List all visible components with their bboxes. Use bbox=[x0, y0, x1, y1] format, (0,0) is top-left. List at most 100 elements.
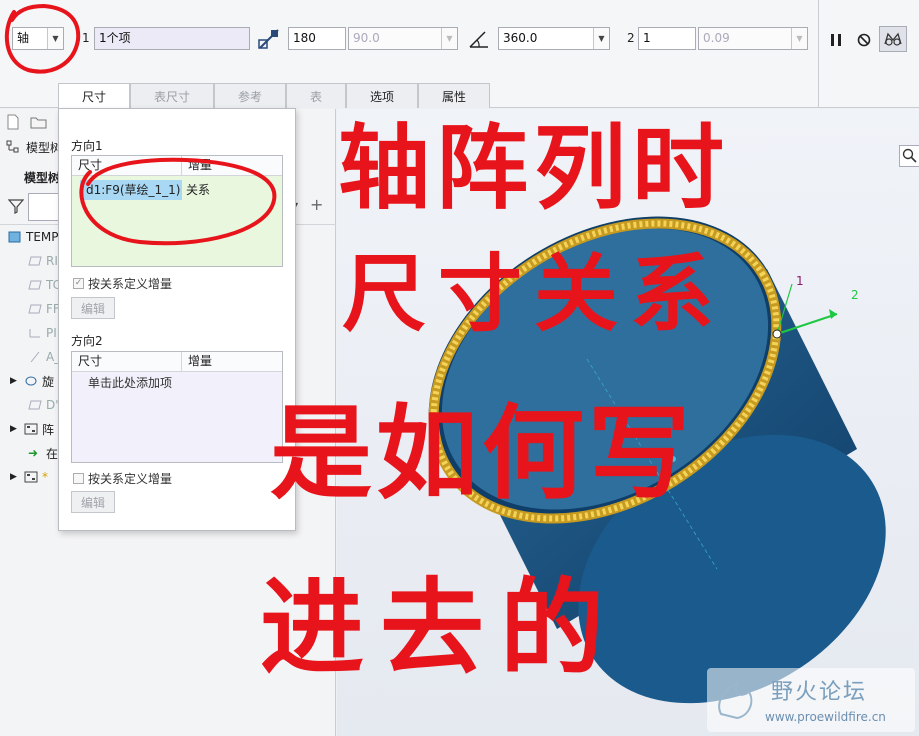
tree-item-label: TEMP bbox=[26, 230, 59, 244]
tree-item-pattern[interactable]: ▶ 阵 bbox=[10, 418, 54, 440]
tree-item-new-pattern[interactable]: ▶ * bbox=[10, 466, 48, 488]
tab-references[interactable]: 参考 bbox=[214, 83, 286, 108]
direction2-dimension-table[interactable]: 尺寸 增量 单击此处添加项 bbox=[71, 351, 283, 463]
tree-item[interactable]: D' bbox=[28, 394, 59, 416]
pattern-icon bbox=[24, 471, 38, 483]
filter-icon[interactable] bbox=[8, 198, 24, 214]
datum-plane-icon bbox=[28, 400, 42, 410]
model-tree-header: 模型树 bbox=[6, 137, 62, 157]
tab-options[interactable]: 选项 bbox=[346, 83, 418, 108]
tree-item-label: 旋 bbox=[42, 374, 55, 389]
tree-item[interactable]: PI bbox=[28, 322, 57, 344]
forum-watermark: 野火论坛 www.proewildfire.cn bbox=[707, 668, 915, 732]
tab-label: 尺寸 bbox=[81, 90, 106, 104]
direction2-title: 方向2 bbox=[71, 334, 103, 348]
tab-label: 选项 bbox=[369, 89, 394, 104]
watermark-brand: 野火论坛 bbox=[771, 680, 868, 705]
table-header: 尺寸 增量 bbox=[72, 352, 282, 372]
define-increment-by-relation-label: 按关系定义增量 bbox=[88, 277, 173, 291]
expand-arrow-icon[interactable]: ▶ bbox=[10, 424, 24, 434]
tree-item-label: 阵 bbox=[42, 422, 55, 437]
tree-item-label: PI bbox=[46, 326, 57, 340]
tree-item-label: * bbox=[42, 470, 48, 484]
chevron-down-icon[interactable]: ▼ bbox=[791, 28, 807, 49]
tab-label: 表尺寸 bbox=[153, 89, 190, 104]
insert-arrow-icon: ➜ bbox=[28, 446, 39, 460]
glasses-preview-icon[interactable] bbox=[879, 26, 907, 52]
member-spacing-input[interactable]: 90.0 ▼ bbox=[348, 27, 458, 50]
direction2-number: 2 bbox=[627, 31, 635, 45]
direction2-spacing-input[interactable]: 0.09 ▼ bbox=[698, 27, 808, 50]
tree-item-label: RI bbox=[46, 254, 58, 268]
no-preview-icon[interactable] bbox=[854, 30, 874, 50]
member-count-value: 180 bbox=[293, 31, 316, 45]
tree-item[interactable]: RI bbox=[28, 250, 58, 272]
tab-label: 表 bbox=[309, 89, 322, 104]
model-cylinder bbox=[428, 216, 886, 704]
datum-plane-icon bbox=[28, 256, 42, 266]
col-dimension-header: 尺寸 bbox=[72, 352, 182, 371]
part-icon bbox=[8, 231, 21, 243]
watermark-url: www.proewildfire.cn bbox=[765, 710, 886, 724]
direction1-collector[interactable]: 1个项 bbox=[94, 27, 250, 50]
direction2-spacing-value: 0.09 bbox=[703, 31, 730, 45]
chevron-down-icon[interactable]: ▼ bbox=[593, 28, 609, 49]
new-file-icon[interactable] bbox=[6, 114, 20, 130]
tree-item[interactable]: TC bbox=[28, 274, 61, 296]
annotation-circle-top bbox=[4, 3, 81, 74]
datum-plane-icon bbox=[28, 304, 42, 314]
chevron-down-icon[interactable]: ▼ bbox=[441, 28, 457, 49]
direction1-items: 1个项 bbox=[99, 31, 131, 45]
tree-icon bbox=[6, 140, 19, 153]
datum-plane-icon bbox=[28, 280, 42, 290]
model-tree-title: 模型树 bbox=[24, 171, 61, 185]
define-increment-by-relation-checkbox-2[interactable] bbox=[73, 473, 84, 484]
tab-dimensions[interactable]: 尺寸 bbox=[58, 83, 130, 109]
col-increment-header: 增量 bbox=[188, 354, 213, 368]
flame-logo-icon bbox=[718, 682, 753, 720]
tab-label: 属性 bbox=[441, 89, 466, 104]
angle-extent-value: 360.0 bbox=[503, 31, 538, 45]
pause-icon[interactable] bbox=[826, 30, 846, 50]
axis-label-1: 1 bbox=[796, 274, 804, 288]
coordinate-system-icon bbox=[29, 329, 40, 338]
member-spacing-value: 90.0 bbox=[353, 31, 380, 45]
expand-arrow-icon[interactable]: ▶ bbox=[10, 376, 24, 386]
define-increment-by-relation-checkbox[interactable]: ✓ bbox=[73, 278, 84, 289]
model-tree-tab-label[interactable]: 模型树 bbox=[26, 139, 62, 156]
annotation-circle-dimension bbox=[79, 157, 277, 246]
tree-root-item[interactable]: TEMP bbox=[8, 226, 59, 248]
revolve-icon bbox=[25, 376, 37, 386]
tab-tables[interactable]: 表 bbox=[286, 83, 346, 108]
tree-item[interactable]: FF bbox=[28, 298, 60, 320]
add-icon[interactable]: + bbox=[310, 195, 323, 214]
tab-label: 参考 bbox=[237, 89, 262, 104]
edit-button[interactable]: 编辑 bbox=[71, 297, 115, 319]
member-count-input[interactable]: 180 bbox=[288, 27, 346, 50]
tree-item[interactable]: A_ bbox=[28, 346, 60, 368]
tree-item-insert-here[interactable]: ➜ 在 bbox=[28, 442, 58, 464]
expand-arrow-icon[interactable]: ▶ bbox=[10, 472, 24, 482]
open-folder-icon[interactable] bbox=[30, 114, 48, 130]
tab-properties[interactable]: 属性 bbox=[418, 83, 490, 108]
tree-item-label: D' bbox=[46, 398, 59, 412]
add-item-hint[interactable]: 单击此处添加项 bbox=[72, 372, 282, 394]
member-count-icon bbox=[256, 26, 282, 52]
pattern-icon bbox=[24, 423, 38, 435]
panel-toolbar bbox=[4, 111, 64, 133]
datum-axis-icon bbox=[30, 351, 40, 363]
direction2-count-input[interactable]: 1 bbox=[638, 27, 696, 50]
direction2-count-value: 1 bbox=[643, 31, 651, 45]
graphics-window[interactable]: 1 2 野火论坛 www.proewildfire.cn bbox=[337, 109, 919, 736]
tree-item-revolve[interactable]: ▶ 旋 bbox=[10, 370, 54, 392]
define-increment-by-relation-label-2: 按关系定义增量 bbox=[88, 472, 173, 486]
tab-table-dimensions[interactable]: 表尺寸 bbox=[130, 83, 214, 108]
axis-label-2: 2 bbox=[851, 288, 859, 302]
angle-extent-icon bbox=[466, 27, 492, 51]
tree-item-label: 在 bbox=[46, 446, 59, 461]
edit-button-2[interactable]: 编辑 bbox=[71, 491, 115, 513]
angle-extent-input[interactable]: 360.0 ▼ bbox=[498, 27, 610, 50]
toolbar-divider bbox=[818, 0, 819, 108]
tree-filter-input[interactable] bbox=[28, 193, 60, 221]
pattern-dashboard: 轴 ▼ 1 1个项 180 90.0 ▼ 360.0 ▼ 2 1 0.09 ▼ … bbox=[0, 0, 919, 109]
